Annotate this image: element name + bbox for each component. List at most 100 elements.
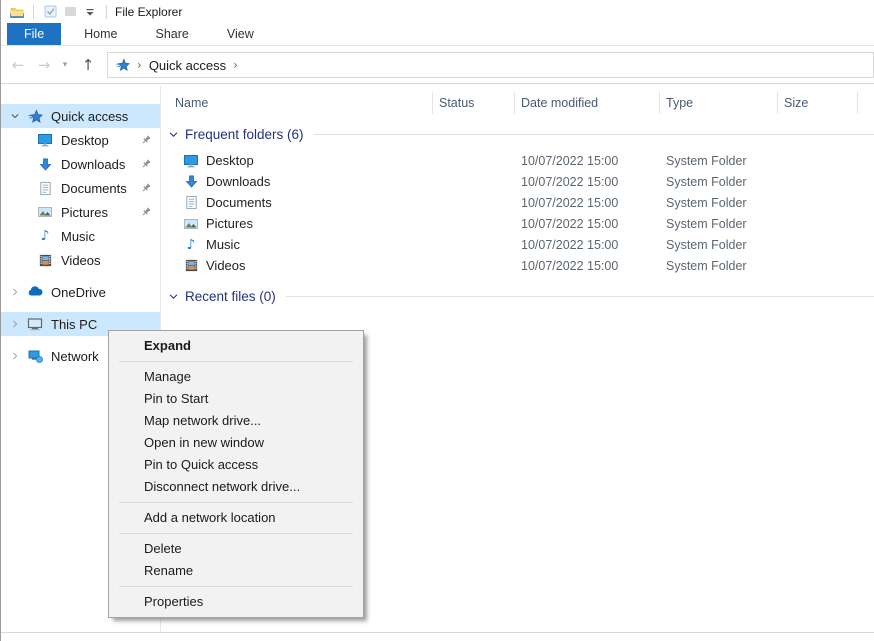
column-header-type[interactable]: Type xyxy=(660,92,778,114)
menu-item-add-a-network-location[interactable]: Add a network location xyxy=(109,507,363,529)
file-date-modified: 10/07/2022 15:00 xyxy=(515,154,660,168)
sidebar-item-quick-access[interactable]: Quick access xyxy=(1,104,160,128)
file-name: Desktop xyxy=(206,153,254,168)
downloads-icon xyxy=(37,156,53,172)
sidebar-item-label: Network xyxy=(51,349,99,364)
file-name: Downloads xyxy=(206,174,270,189)
group-header-recent-files[interactable]: Recent files (0) xyxy=(161,286,874,306)
breadcrumb[interactable]: › Quick access › xyxy=(107,52,874,78)
column-header-date-modified[interactable]: Date modified xyxy=(515,92,660,114)
chevron-down-icon[interactable] xyxy=(8,111,22,121)
sidebar-item-label: Downloads xyxy=(61,157,125,172)
menu-item-open-in-new-window[interactable]: Open in new window xyxy=(109,432,363,454)
menu-item-delete[interactable]: Delete xyxy=(109,538,363,560)
sidebar-item-downloads[interactable]: Downloads xyxy=(1,152,160,176)
sidebar-item-documents[interactable]: Documents xyxy=(1,176,160,200)
sidebar-item-pictures[interactable]: Pictures xyxy=(1,200,160,224)
sidebar-item-label: Documents xyxy=(61,181,127,196)
file-date-modified: 10/07/2022 15:00 xyxy=(515,217,660,231)
properties-icon[interactable] xyxy=(40,2,60,22)
back-icon[interactable]: ← xyxy=(5,56,31,74)
qat-separator xyxy=(106,5,107,19)
file-row-videos[interactable]: Videos 10/07/2022 15:00 System Folder xyxy=(161,255,874,276)
file-date-modified: 10/07/2022 15:00 xyxy=(515,196,660,210)
column-header-name[interactable]: Name xyxy=(161,92,433,114)
menu-item-pin-to-start[interactable]: Pin to Start xyxy=(109,388,363,410)
file-date-modified: 10/07/2022 15:00 xyxy=(515,175,660,189)
pin-icon xyxy=(140,206,152,218)
file-name: Videos xyxy=(206,258,246,273)
sidebar-item-label: Videos xyxy=(61,253,101,268)
file-explorer-icon[interactable] xyxy=(7,2,27,22)
ribbon-tab-bar: File Home Share View xyxy=(1,23,874,46)
sidebar-item-onedrive[interactable]: OneDrive xyxy=(1,280,160,304)
file-row-downloads[interactable]: Downloads 10/07/2022 15:00 System Folder xyxy=(161,171,874,192)
frequent-folders-list: Desktop 10/07/2022 15:00 System Folder xyxy=(161,150,874,276)
file-type: System Folder xyxy=(660,238,778,252)
menu-item-pin-to-quick-access[interactable]: Pin to Quick access xyxy=(109,454,363,476)
menu-item-manage[interactable]: Manage xyxy=(109,366,363,388)
sidebar-item-label: Pictures xyxy=(61,205,108,220)
pin-icon xyxy=(140,158,152,170)
quick-access-star-icon xyxy=(116,58,130,72)
network-icon xyxy=(27,348,43,364)
file-row-desktop[interactable]: Desktop 10/07/2022 15:00 System Folder xyxy=(161,150,874,171)
new-folder-icon[interactable] xyxy=(60,2,80,22)
sidebar-item-label: Music xyxy=(61,229,95,244)
chevron-right-icon[interactable] xyxy=(8,351,22,361)
pictures-icon xyxy=(183,216,199,232)
file-type: System Folder xyxy=(660,175,778,189)
file-name: Documents xyxy=(206,195,272,210)
menu-separator xyxy=(119,361,353,362)
sidebar-item-videos[interactable]: Videos xyxy=(1,248,160,272)
sidebar-item-label: Desktop xyxy=(61,133,109,148)
file-row-music[interactable]: ♪ Music 10/07/2022 15:00 System Folder xyxy=(161,234,874,255)
chevron-down-icon xyxy=(168,291,179,302)
breadcrumb-location[interactable]: Quick access xyxy=(149,58,226,73)
file-date-modified: 10/07/2022 15:00 xyxy=(515,259,660,273)
file-type: System Folder xyxy=(660,154,778,168)
sidebar-item-label: Quick access xyxy=(51,109,128,124)
onedrive-cloud-icon xyxy=(27,284,43,300)
context-menu: Expand Manage Pin to Start Map network d… xyxy=(108,330,364,618)
customize-quick-access-toolbar-icon[interactable] xyxy=(80,2,100,22)
menu-item-map-network-drive[interactable]: Map network drive... xyxy=(109,410,363,432)
tab-file[interactable]: File xyxy=(7,23,61,45)
recent-locations-chevron-icon[interactable]: ▾ xyxy=(57,60,73,70)
music-note-icon: ♪ xyxy=(183,237,199,253)
forward-icon[interactable]: → xyxy=(31,56,57,74)
tab-home[interactable]: Home xyxy=(69,23,132,45)
address-bar: ← → ▾ ↑ › Quick access › xyxy=(1,47,874,84)
file-explorer-window: File Explorer File Home Share View ← → ▾… xyxy=(0,0,874,641)
sidebar-item-desktop[interactable]: Desktop xyxy=(1,128,160,152)
file-row-pictures[interactable]: Pictures 10/07/2022 15:00 System Folder xyxy=(161,213,874,234)
column-header-status[interactable]: Status xyxy=(433,92,515,114)
column-headers: Name Status Date modified Type Size xyxy=(161,92,874,114)
downloads-icon xyxy=(183,174,199,190)
pin-icon xyxy=(140,134,152,146)
breadcrumb-chevron-icon: › xyxy=(137,58,142,72)
sidebar-item-music[interactable]: ♪ Music xyxy=(1,224,160,248)
chevron-right-icon[interactable] xyxy=(8,319,22,329)
group-header-label: Recent files (0) xyxy=(185,289,276,304)
tab-view[interactable]: View xyxy=(212,23,269,45)
videos-icon xyxy=(37,252,53,268)
quick-access-star-icon xyxy=(27,108,43,124)
menu-item-expand[interactable]: Expand xyxy=(109,335,363,357)
this-pc-monitor-icon xyxy=(27,316,43,332)
file-row-documents[interactable]: Documents 10/07/2022 15:00 System Folder xyxy=(161,192,874,213)
chevron-down-icon xyxy=(168,129,179,140)
up-icon[interactable]: ↑ xyxy=(75,56,101,74)
menu-item-rename[interactable]: Rename xyxy=(109,560,363,582)
menu-item-disconnect-network-drive[interactable]: Disconnect network drive... xyxy=(109,476,363,498)
menu-item-properties[interactable]: Properties xyxy=(109,591,363,613)
chevron-right-icon[interactable] xyxy=(8,287,22,297)
menu-separator xyxy=(119,533,353,534)
file-name: Music xyxy=(206,237,240,252)
group-header-frequent-folders[interactable]: Frequent folders (6) xyxy=(161,124,874,144)
file-type: System Folder xyxy=(660,259,778,273)
breadcrumb-chevron-icon[interactable]: › xyxy=(233,58,238,72)
column-header-size[interactable]: Size xyxy=(778,92,858,114)
tab-share[interactable]: Share xyxy=(141,23,204,45)
documents-icon xyxy=(37,180,53,196)
